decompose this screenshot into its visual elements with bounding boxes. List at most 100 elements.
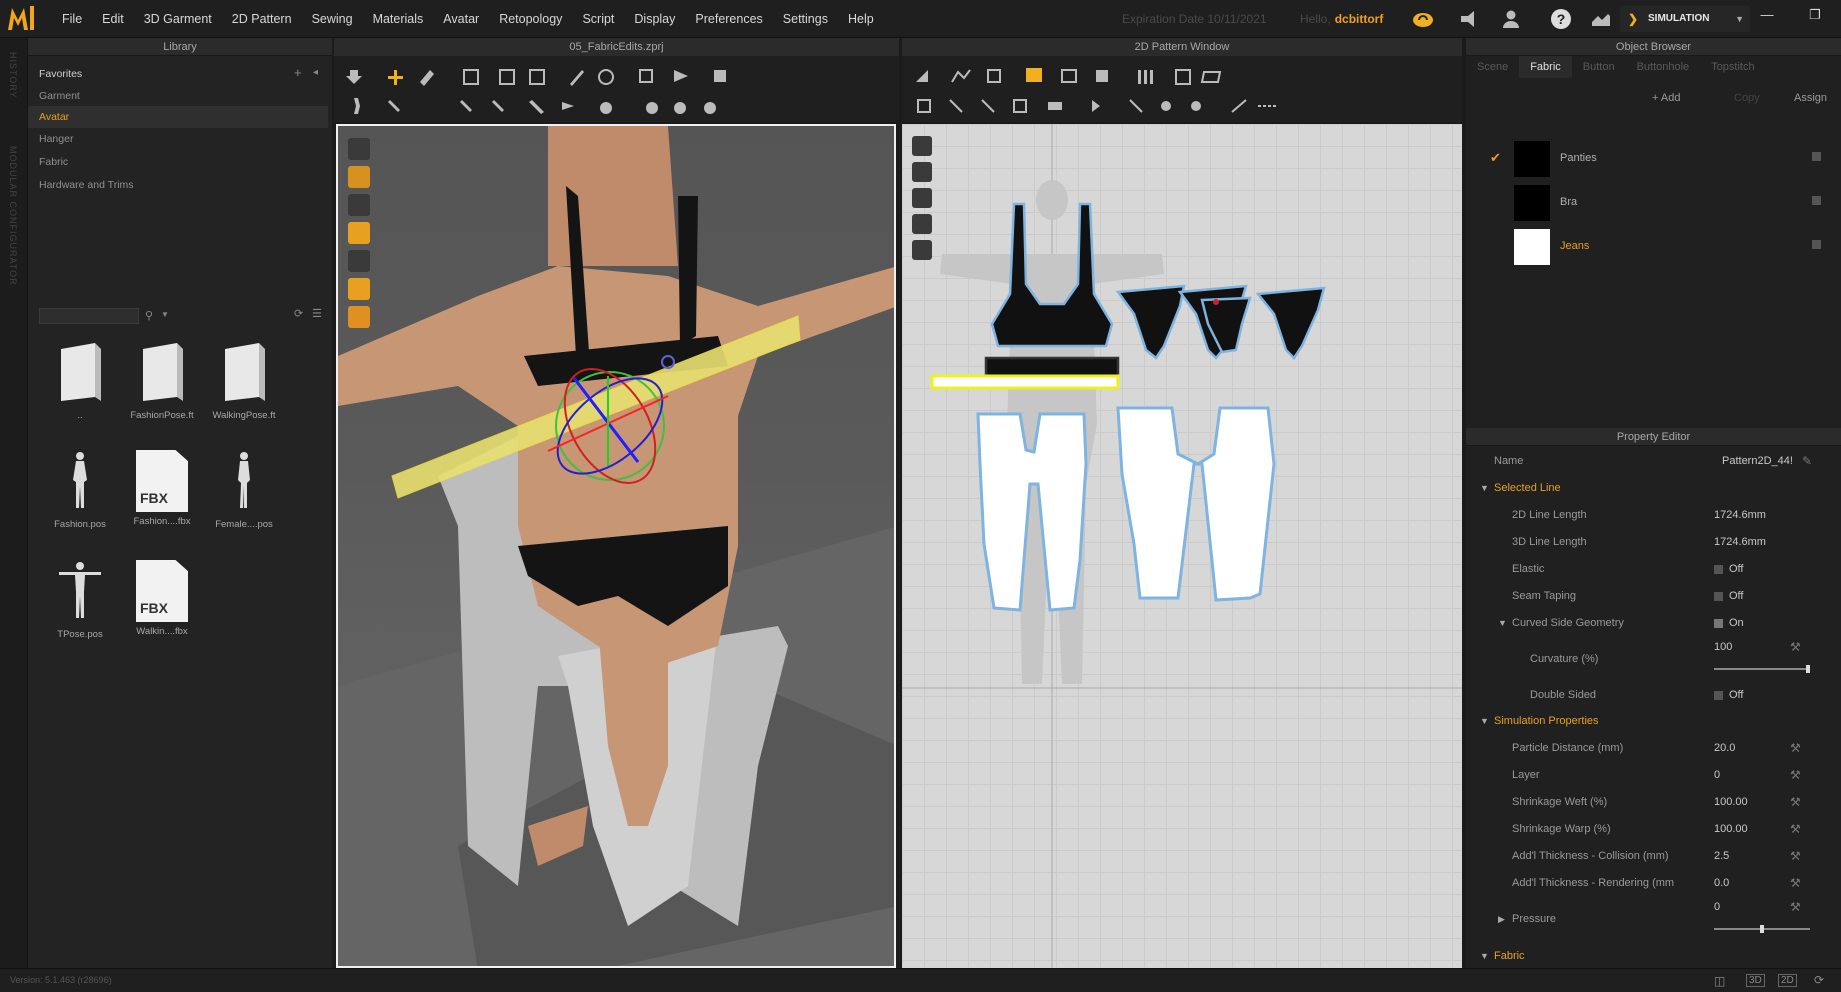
- curvature-slider-handle[interactable]: [1806, 665, 1810, 673]
- library-search-input[interactable]: [39, 308, 139, 324]
- favorites-header[interactable]: Favorites: [28, 63, 332, 85]
- info-icon[interactable]: [912, 188, 932, 208]
- library-item-fabric[interactable]: Fabric: [28, 151, 332, 173]
- add-fabric-button[interactable]: + Add: [1652, 88, 1680, 108]
- tab-fabric[interactable]: Fabric: [1519, 56, 1572, 78]
- curvature-slider[interactable]: [1714, 668, 1810, 670]
- simulation-mode-dropdown[interactable]: ❯ SIMULATION ▼: [1620, 6, 1750, 32]
- curvature-value[interactable]: 100: [1714, 636, 1732, 658]
- elastic-toggle[interactable]: Off: [1714, 558, 1743, 580]
- shrinkage-weft-value[interactable]: 100.00: [1714, 791, 1748, 813]
- fabric-item-jeans[interactable]: Jeans: [1466, 224, 1841, 268]
- wrench-icon[interactable]: ⚒: [1790, 737, 1801, 759]
- library-item-garment[interactable]: Garment: [28, 85, 332, 107]
- library-thumb-female-pos[interactable]: Female....pos: [204, 450, 284, 530]
- marketplace-icon[interactable]: [1590, 8, 1612, 30]
- library-item-hanger[interactable]: Hanger: [28, 128, 332, 150]
- library-thumb-tpose-pos[interactable]: TPose.pos: [40, 560, 120, 640]
- curved-side-toggle[interactable]: On: [1714, 612, 1744, 634]
- wrench-icon[interactable]: ⚒: [1790, 791, 1801, 813]
- menu-preferences[interactable]: Preferences: [685, 0, 772, 38]
- 2d-tool-row-2[interactable]: [917, 99, 1276, 113]
- fabric-menu-icon[interactable]: [1812, 240, 1821, 249]
- library-thumb-walking-fbx[interactable]: FBX Walkin....fbx: [122, 560, 202, 637]
- edit-pencil-icon[interactable]: ✎: [1802, 450, 1812, 472]
- garment-display-icon[interactable]: [348, 138, 370, 160]
- library-thumb-walkingpose-ft[interactable]: WalkingPose.ft: [204, 341, 284, 421]
- collapse-arrow-icon[interactable]: ▶: [1498, 908, 1505, 930]
- avatar-display-icon[interactable]: [348, 194, 370, 216]
- 2d-pattern-viewport[interactable]: [902, 124, 1462, 968]
- garment-view-icon[interactable]: [912, 162, 932, 182]
- tab-buttonhole[interactable]: Buttonhole: [1626, 56, 1701, 78]
- 2d-tool-row-1[interactable]: [916, 68, 1222, 85]
- restore-button[interactable]: ❐: [1800, 4, 1830, 26]
- tab-button[interactable]: Button: [1572, 56, 1626, 78]
- texture-display-icon[interactable]: [348, 166, 370, 188]
- grid-icon[interactable]: [912, 214, 932, 234]
- render-display-icon[interactable]: [348, 250, 370, 272]
- refresh-icon[interactable]: ⟳: [1814, 973, 1824, 987]
- library-thumb-fashionpose-ft[interactable]: FashionPose.ft: [122, 341, 202, 421]
- wrench-icon[interactable]: ⚒: [1790, 764, 1801, 786]
- list-view-icon[interactable]: ☰: [312, 307, 322, 320]
- menu-display[interactable]: Display: [624, 0, 685, 38]
- selected-line-section[interactable]: ▼ Selected Line: [1466, 477, 1826, 499]
- menu-help[interactable]: Help: [838, 0, 884, 38]
- menu-edit[interactable]: Edit: [92, 0, 134, 38]
- copy-fabric-button[interactable]: Copy: [1734, 88, 1760, 108]
- fabric-menu-icon[interactable]: [1812, 152, 1821, 161]
- wrench-icon[interactable]: ⚒: [1790, 896, 1801, 918]
- search-dropdown-icon[interactable]: ▼: [161, 310, 169, 319]
- help-icon[interactable]: ?: [1550, 8, 1572, 30]
- split-view-icon[interactable]: ◫: [1714, 974, 1725, 988]
- library-thumb-fashion-pos[interactable]: Fashion.pos: [40, 450, 120, 530]
- wrench-icon[interactable]: ⚒: [1790, 636, 1801, 658]
- tab-topstitch[interactable]: Topstitch: [1700, 56, 1765, 78]
- 2d-view-icon[interactable]: 2D: [1778, 974, 1797, 987]
- tab-scene[interactable]: Scene: [1466, 56, 1519, 78]
- menu-sewing[interactable]: Sewing: [302, 0, 363, 38]
- cloud-sync-icon[interactable]: [1412, 8, 1434, 30]
- announcement-icon[interactable]: [1458, 8, 1480, 30]
- seam-taping-toggle[interactable]: Off: [1714, 585, 1743, 607]
- avatar-shading-icon[interactable]: [348, 278, 370, 300]
- annotation-icon[interactable]: [912, 240, 932, 260]
- name-value[interactable]: Pattern2D_44!: [1722, 450, 1793, 472]
- menu-file[interactable]: File: [52, 0, 92, 38]
- menu-retopology[interactable]: Retopology: [489, 0, 572, 38]
- menu-script[interactable]: Script: [572, 0, 624, 38]
- 3d-tool-row-1[interactable]: [346, 69, 726, 86]
- thickness-collision-value[interactable]: 2.5: [1714, 845, 1729, 867]
- pattern-display-icon[interactable]: [912, 136, 932, 156]
- thickness-rendering-value[interactable]: 0.0: [1714, 872, 1729, 894]
- menu-2d-pattern[interactable]: 2D Pattern: [222, 0, 302, 38]
- assign-fabric-button[interactable]: Assign: [1794, 88, 1827, 108]
- wrench-icon[interactable]: ⚒: [1790, 872, 1801, 894]
- 3d-tool-row-2[interactable]: [354, 98, 716, 114]
- fabric-menu-icon[interactable]: [1812, 196, 1821, 205]
- fabric-item-bra[interactable]: Bra: [1466, 180, 1841, 224]
- double-sided-toggle[interactable]: Off: [1714, 684, 1743, 706]
- fabric-item-panties[interactable]: ✔ Panties: [1466, 136, 1841, 180]
- shrinkage-warp-value[interactable]: 100.00: [1714, 818, 1748, 840]
- add-favorite-icon[interactable]: +: [294, 65, 302, 80]
- pressure-slider-handle[interactable]: [1760, 925, 1764, 933]
- refresh-icon[interactable]: ⟳: [294, 307, 303, 320]
- library-item-avatar[interactable]: Avatar: [28, 106, 328, 128]
- menu-materials[interactable]: Materials: [363, 0, 434, 38]
- history-tab[interactable]: HISTORY: [8, 52, 18, 99]
- library-item-hardware-trims[interactable]: Hardware and Trims: [28, 174, 332, 196]
- back-arrow-icon[interactable]: ◂: [313, 67, 318, 78]
- wrench-icon[interactable]: ⚒: [1790, 818, 1801, 840]
- modular-configurator-tab[interactable]: MODULAR CONFIGURATOR: [8, 146, 18, 286]
- menu-3d-garment[interactable]: 3D Garment: [134, 0, 222, 38]
- username[interactable]: dcbittorf: [1335, 12, 1384, 26]
- fabric-display-icon[interactable]: [348, 222, 370, 244]
- library-thumb-parent[interactable]: ..: [40, 341, 120, 421]
- minimize-button[interactable]: —: [1752, 4, 1782, 26]
- 3d-view-icon[interactable]: 3D: [1746, 974, 1765, 987]
- particle-distance-value[interactable]: 20.0: [1714, 737, 1735, 759]
- menu-avatar[interactable]: Avatar: [433, 0, 489, 38]
- environment-icon[interactable]: [348, 306, 370, 328]
